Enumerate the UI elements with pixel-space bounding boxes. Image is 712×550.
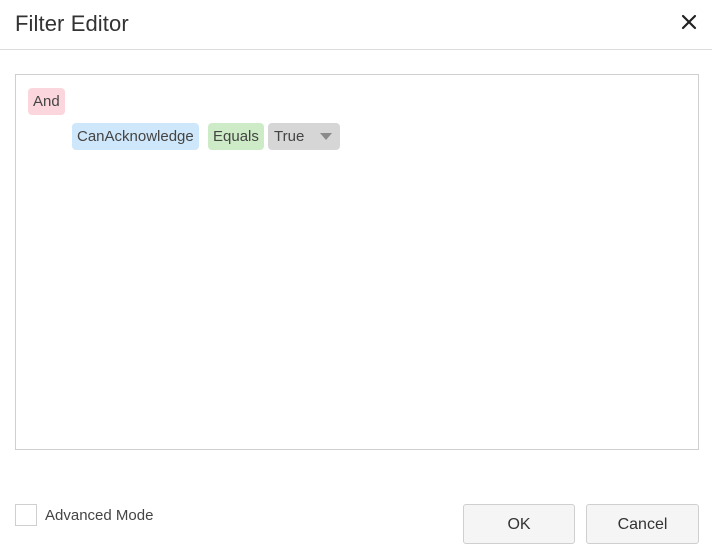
value-dropdown[interactable]: True xyxy=(268,123,340,150)
advanced-mode-row: Advanced Mode xyxy=(15,503,153,527)
chevron-down-icon[interactable] xyxy=(320,133,332,140)
cancel-button[interactable]: Cancel xyxy=(586,504,699,544)
ok-button[interactable]: OK xyxy=(463,504,575,544)
close-button[interactable] xyxy=(678,11,700,33)
field-name-chip[interactable]: CanAcknowledge xyxy=(72,123,199,150)
dialog-title: Filter Editor xyxy=(15,11,129,36)
advanced-mode-label: Advanced Mode xyxy=(45,506,154,524)
operation-chip[interactable]: Equals xyxy=(208,123,264,150)
filter-tree-area: And CanAcknowledge Equals True xyxy=(15,74,699,450)
value-text: True xyxy=(274,128,305,145)
dialog-header: Filter Editor xyxy=(0,0,712,50)
group-operator-chip[interactable]: And xyxy=(28,88,65,115)
filter-editor-dialog: Filter Editor And CanAcknowledge Equals … xyxy=(0,0,712,550)
close-icon xyxy=(681,14,697,30)
advanced-mode-checkbox[interactable] xyxy=(15,504,37,526)
